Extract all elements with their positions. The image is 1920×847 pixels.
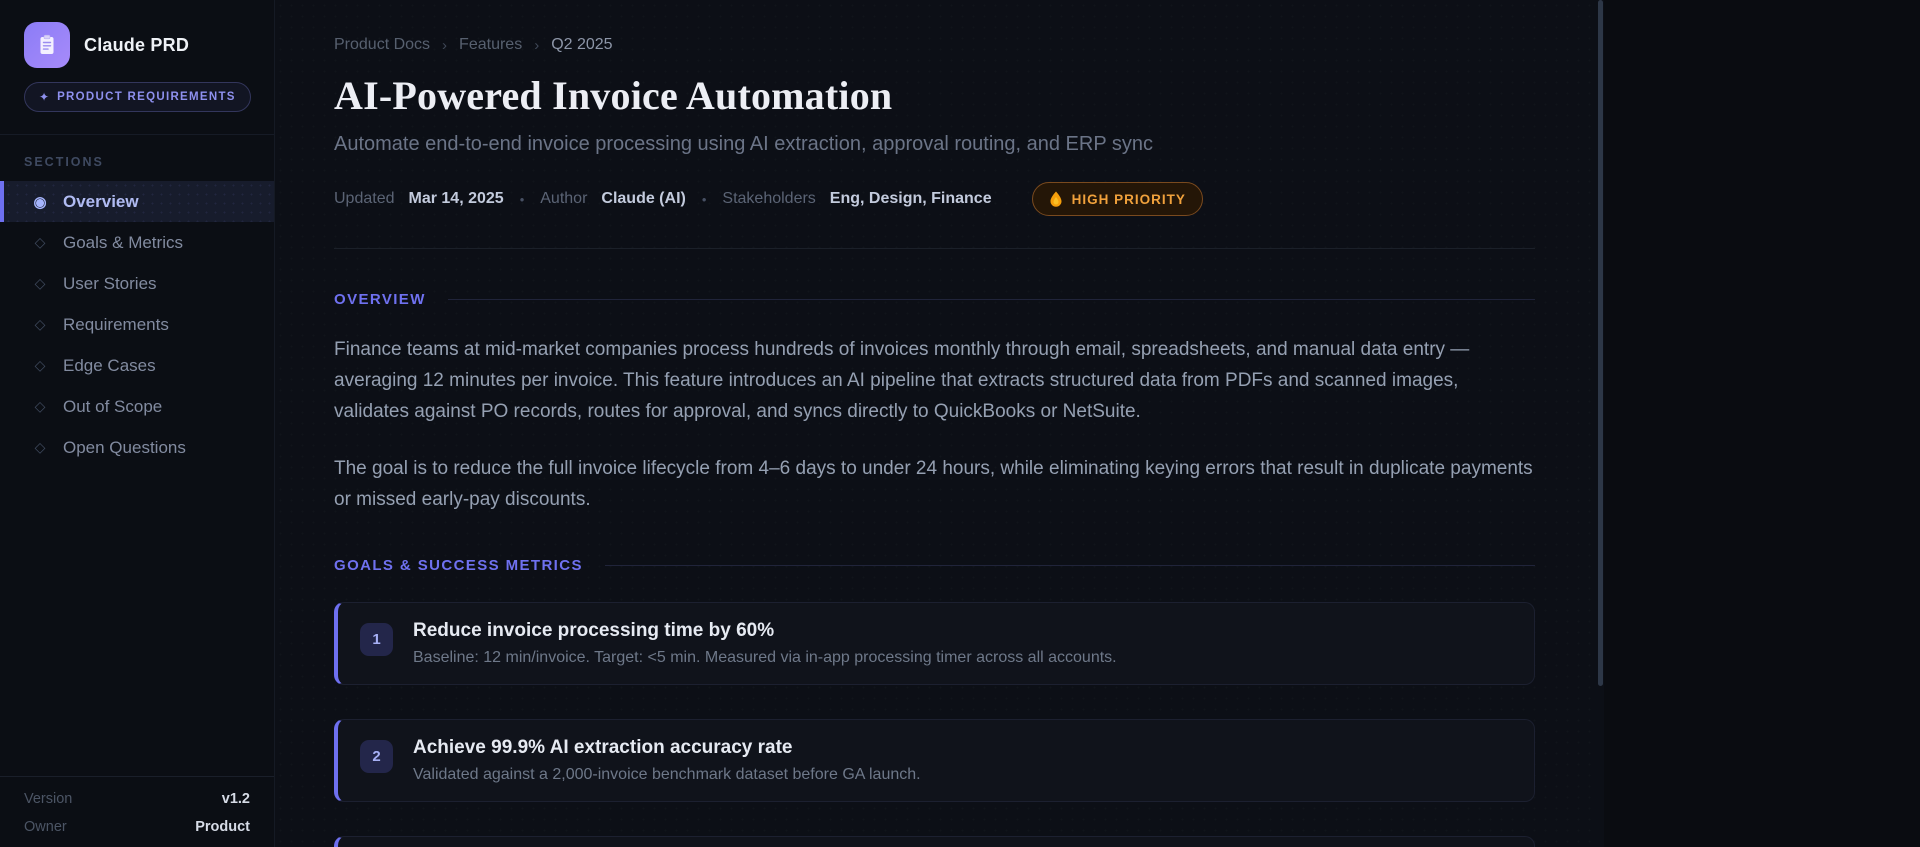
sidebar-nav: ◉ Overview ◇ Goals & Metrics ◇ User Stor… [0,181,274,468]
goals-list: 1 Reduce invoice processing time by 60% … [334,602,1535,847]
flame-icon [1049,191,1063,207]
eye-icon: ◉ [31,193,49,211]
sections-label: SECTIONS [0,135,274,181]
sidebar-footer: Version v1.2 Owner Product [0,776,274,847]
goal-title: Reduce invoice processing time by 60% [413,620,1117,642]
goals-heading-text: GOALS & SUCCESS METRICS [334,557,583,574]
goal-card-3: 3 Onboard 500 paying users within 90 day… [334,836,1535,847]
owner-value: Product [195,819,250,835]
goals-section-heading: GOALS & SUCCESS METRICS [334,557,1535,574]
sidebar-item-open-questions[interactable]: ◇ Open Questions [0,427,274,468]
breadcrumb-current: Q2 2025 [551,36,612,54]
overview-section-heading: OVERVIEW [334,291,1535,308]
stakeholders-value: Eng, Design, Finance [830,190,992,208]
sidebar-item-goals-metrics[interactable]: ◇ Goals & Metrics [0,222,274,263]
scrollbar-thumb[interactable] [1598,0,1603,686]
sidebar-item-label: Requirements [63,315,169,335]
diamond-icon: ◇ [31,316,49,333]
diamond-icon: ◇ [31,275,49,292]
heading-rule [448,299,1535,300]
sidebar-item-user-stories[interactable]: ◇ User Stories [0,263,274,304]
chevron-separator-icon: › [534,37,539,54]
product-requirements-badge: ✦ PRODUCT REQUIREMENTS [24,82,251,112]
badge-label: PRODUCT REQUIREMENTS [57,91,236,103]
chevron-separator-icon: › [442,37,447,54]
header-divider [334,248,1535,249]
app-window: Claude PRD ✦ PRODUCT REQUIREMENTS SECTIO… [0,0,1920,847]
goal-title: Achieve 99.9% AI extraction accuracy rat… [413,737,921,759]
version-row: Version v1.2 [24,791,250,807]
heading-rule [605,565,1535,566]
sidebar-item-label: Edge Cases [63,356,156,376]
breadcrumb-product-docs[interactable]: Product Docs [334,36,430,54]
scrollbar-track[interactable] [1597,0,1604,847]
owner-row: Owner Product [24,819,250,835]
high-priority-badge: HIGH PRIORITY [1032,182,1203,216]
overview-heading-text: OVERVIEW [334,291,426,308]
sidebar-item-label: Overview [63,192,139,212]
version-label: Version [24,791,72,807]
app-logo-row: Claude PRD [0,0,274,68]
diamond-icon: ◇ [31,234,49,251]
sidebar-item-label: Goals & Metrics [63,233,183,253]
owner-label: Owner [24,819,67,835]
sidebar-item-requirements[interactable]: ◇ Requirements [0,304,274,345]
overview-paragraph: Finance teams at mid-market companies pr… [334,334,1534,427]
updated-label: Updated [334,190,395,208]
sidebar-item-label: Open Questions [63,438,186,458]
overview-paragraph: The goal is to reduce the full invoice l… [334,453,1534,515]
author-label: Author [540,190,587,208]
main-content: Product Docs › Features › Q2 2025 AI-Pow… [275,0,1597,847]
clipboard-icon [24,22,70,68]
dot-separator: • [702,192,707,207]
page-subtitle: Automate end-to-end invoice processing u… [334,133,1535,156]
author-value: Claude (AI) [601,190,685,208]
goal-description: Validated against a 2,000-invoice benchm… [413,766,921,784]
priority-label: HIGH PRIORITY [1072,192,1186,207]
sidebar: Claude PRD ✦ PRODUCT REQUIREMENTS SECTIO… [0,0,275,847]
app-title: Claude PRD [84,35,189,56]
version-value: v1.2 [222,791,250,807]
goal-description: Baseline: 12 min/invoice. Target: <5 min… [413,649,1117,667]
sparkle-icon: ✦ [39,90,49,104]
diamond-icon: ◇ [31,398,49,415]
goal-card-1: 1 Reduce invoice processing time by 60% … [334,602,1535,685]
sidebar-item-out-of-scope[interactable]: ◇ Out of Scope [0,386,274,427]
page-title: AI-Powered Invoice Automation [334,72,1535,119]
diamond-icon: ◇ [31,357,49,374]
desktop-background [1604,0,1920,847]
sidebar-item-label: User Stories [63,274,157,294]
sidebar-item-label: Out of Scope [63,397,162,417]
breadcrumb: Product Docs › Features › Q2 2025 [334,36,1535,54]
diamond-icon: ◇ [31,439,49,456]
updated-value: Mar 14, 2025 [409,190,504,208]
goal-number-badge: 1 [360,623,393,656]
stakeholders-label: Stakeholders [722,190,815,208]
goal-card-2: 2 Achieve 99.9% AI extraction accuracy r… [334,719,1535,802]
dot-separator: • [520,192,525,207]
goal-number-badge: 2 [360,740,393,773]
breadcrumb-features[interactable]: Features [459,36,522,54]
meta-row: Updated Mar 14, 2025 • Author Claude (AI… [334,182,1535,216]
sidebar-item-edge-cases[interactable]: ◇ Edge Cases [0,345,274,386]
sidebar-item-overview[interactable]: ◉ Overview [0,181,274,222]
